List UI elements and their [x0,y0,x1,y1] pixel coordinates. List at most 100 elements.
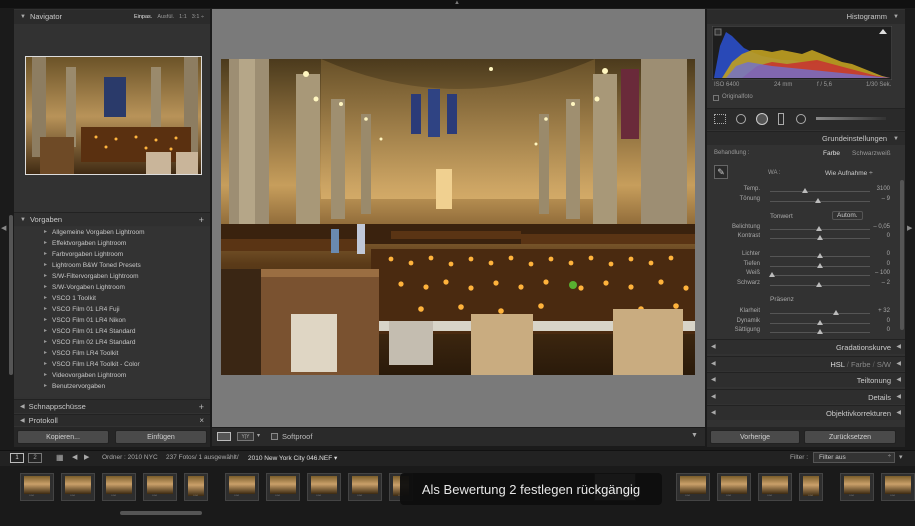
filter-select[interactable]: Filter aus ÷ [813,452,895,463]
paste-settings-button[interactable]: Einfügen [115,430,207,444]
slider-knob[interactable] [802,188,808,193]
auto-tone-button[interactable]: Autom. [832,211,863,220]
main-screen-button[interactable]: 1 [10,453,24,463]
slider-value[interactable]: – 100 [868,270,890,276]
slider-value[interactable]: 0 [868,318,890,324]
preset-folder[interactable]: S/W-Filtervorgaben Lightroom [14,271,210,282]
slider-weiß[interactable]: Weiß – 100 [710,270,890,280]
slider-knob[interactable] [817,253,823,258]
preset-folder[interactable]: S/W-Vorgaben Lightroom [14,282,210,293]
history-header[interactable]: ◀ Protokoll × [14,414,210,426]
color-tab[interactable]: Farbe [851,360,871,369]
slider-knob[interactable] [817,329,823,334]
right-panel-toggle-icon[interactable]: ▶ [907,224,912,232]
navigator-preview[interactable] [25,56,202,175]
collapse-triangle-icon[interactable]: ▼ [893,10,899,24]
white-balance-eyedropper-icon[interactable]: ✎ [714,165,728,179]
detail-panel-header[interactable]: Details [707,389,905,405]
back-arrow-icon[interactable]: ◀ [72,453,77,461]
hsl-panel-header[interactable]: HSL / Farbe / S/W [707,356,905,372]
slider-lichter[interactable]: Lichter 0 [710,251,890,261]
before-after-view-icon[interactable]: Y|Y [237,432,254,441]
collapse-triangle-icon[interactable]: ▼ [20,213,26,227]
treatment-bw-option[interactable]: Schwarzweiß [852,150,891,157]
original-photo-checkbox[interactable] [713,95,719,101]
filmstrip-thumbnail[interactable]: ▫▫▫ [881,473,915,501]
reset-button[interactable]: Zurücksetzen [804,430,896,444]
histogram-header[interactable]: Histogramm ▼ [707,10,905,24]
preset-folder[interactable]: Lightroom B&W Toned Presets [14,260,210,271]
histogram-chart[interactable] [712,26,892,80]
slider-tönung[interactable]: Tönung – 9 [710,196,890,206]
filmstrip-thumbnail[interactable]: ▫▫▫ [307,473,341,501]
basic-header[interactable]: Grundeinstellungen ▼ [707,131,905,145]
forward-arrow-icon[interactable]: ▶ [84,453,89,461]
preset-folder[interactable]: VSCO Film 01 LR4 Nikon [14,315,210,326]
preset-folder[interactable]: VSCO Film LR4 Toolkit - Color [14,359,210,370]
filmstrip-thumbnail[interactable]: ▫▫▫ [840,473,874,501]
slider-value[interactable]: 0 [868,251,890,257]
hsl-tab[interactable]: HSL [830,360,844,369]
filmstrip-thumbnail[interactable]: ▫▫▫ [184,473,208,501]
second-screen-button[interactable]: 2 [28,453,42,463]
filmstrip-thumbnail[interactable]: ▫▫▫ [143,473,177,501]
filmstrip-thumbnail[interactable]: ▫▫▫ [717,473,751,501]
zoom-3-1-option[interactable]: 3:1 ÷ [192,10,204,24]
slider-sättigung[interactable]: Sättigung 0 [710,327,890,337]
split-toning-panel-header[interactable]: Teiltonung [707,372,905,388]
slider-track[interactable] [770,313,870,314]
preset-folder[interactable]: VSCO Film LR4 Toolkit [14,348,210,359]
zoom-fit-option[interactable]: Einpas. [134,10,152,24]
filmstrip-thumbnail[interactable]: ▫▫▫ [266,473,300,501]
redeye-tool-icon[interactable] [756,113,768,125]
preset-folder[interactable]: Farbvorgaben Lightroom [14,249,210,260]
slider-track[interactable] [770,191,870,192]
slider-value[interactable]: 0 [868,327,890,333]
preset-folder[interactable]: VSCO Film 01 LR4 Fuji [14,304,210,315]
filmstrip-thumbnail[interactable]: ▫▫▫ [225,473,259,501]
navigator-header[interactable]: ▼ Navigator Einpas. Ausfül. 1:1 3:1 ÷ [14,10,210,24]
softproof-checkbox[interactable] [271,433,278,440]
filmstrip-thumbnail[interactable]: ▫▫▫ [20,473,54,501]
filmstrip-thumbnail[interactable]: ▫▫▫ [348,473,382,501]
slider-value[interactable]: – 9 [868,196,890,202]
slider-value[interactable]: 0 [868,261,890,267]
slider-knob[interactable] [816,282,822,287]
preset-folder[interactable]: VSCO Film 02 LR4 Standard [14,337,210,348]
top-panel-toggle-icon[interactable]: ▲ [454,0,460,6]
right-panel-scrollbar[interactable] [900,180,904,330]
add-preset-icon[interactable]: + [199,213,204,227]
toolbar-menu-chevron-icon[interactable]: ▼ [691,432,698,439]
filmstrip-scrollbar[interactable] [120,511,202,515]
graduated-filter-icon[interactable] [778,113,784,125]
slider-schwarz[interactable]: Schwarz – 2 [710,280,890,290]
spot-removal-icon[interactable] [736,114,746,124]
preset-folder[interactable]: Benutzervorgaben [14,381,210,392]
treatment-color-option[interactable]: Farbe [823,150,840,157]
slider-knob[interactable] [816,226,822,231]
left-panel-toggle-icon[interactable]: ◀ [1,224,6,232]
preset-folder[interactable]: Allgemeine Vorgaben Lightroom [14,227,210,238]
collapse-triangle-icon[interactable]: ▼ [20,10,26,24]
slider-kontrast[interactable]: Kontrast 0 [710,233,890,243]
left-panel-scrollbar[interactable] [9,215,13,375]
slider-value[interactable]: 0 [868,233,890,239]
loupe-view-icon[interactable] [217,432,231,441]
slider-value[interactable]: + 32 [868,308,890,314]
preset-folder[interactable]: Videovorgaben Lightroom [14,370,210,381]
preset-folder[interactable]: Effektvorgaben Lightroom [14,238,210,249]
filmstrip-thumbnail[interactable]: ▫▫▫ [676,473,710,501]
zoom-1-1-option[interactable]: 1:1 [179,10,187,24]
clear-history-icon[interactable]: × [199,415,204,426]
previous-settings-button[interactable]: Vorherige [710,430,800,444]
add-snapshot-icon[interactable]: + [199,400,204,414]
crop-tool-icon[interactable] [714,114,726,124]
filmstrip-thumbnail[interactable]: ▫▫▫ [758,473,792,501]
presets-header[interactable]: ▼ Vorgaben + [14,212,210,226]
collapse-triangle-icon[interactable]: ◀ [20,415,25,426]
slider-value[interactable]: – 2 [868,280,890,286]
slider-klarheit[interactable]: Klarheit + 32 [710,308,890,318]
copy-settings-button[interactable]: Kopieren... [17,430,109,444]
preset-folder[interactable]: VSCO Film 01 LR4 Standard [14,326,210,337]
grid-view-icon[interactable]: ▦ [56,453,64,462]
